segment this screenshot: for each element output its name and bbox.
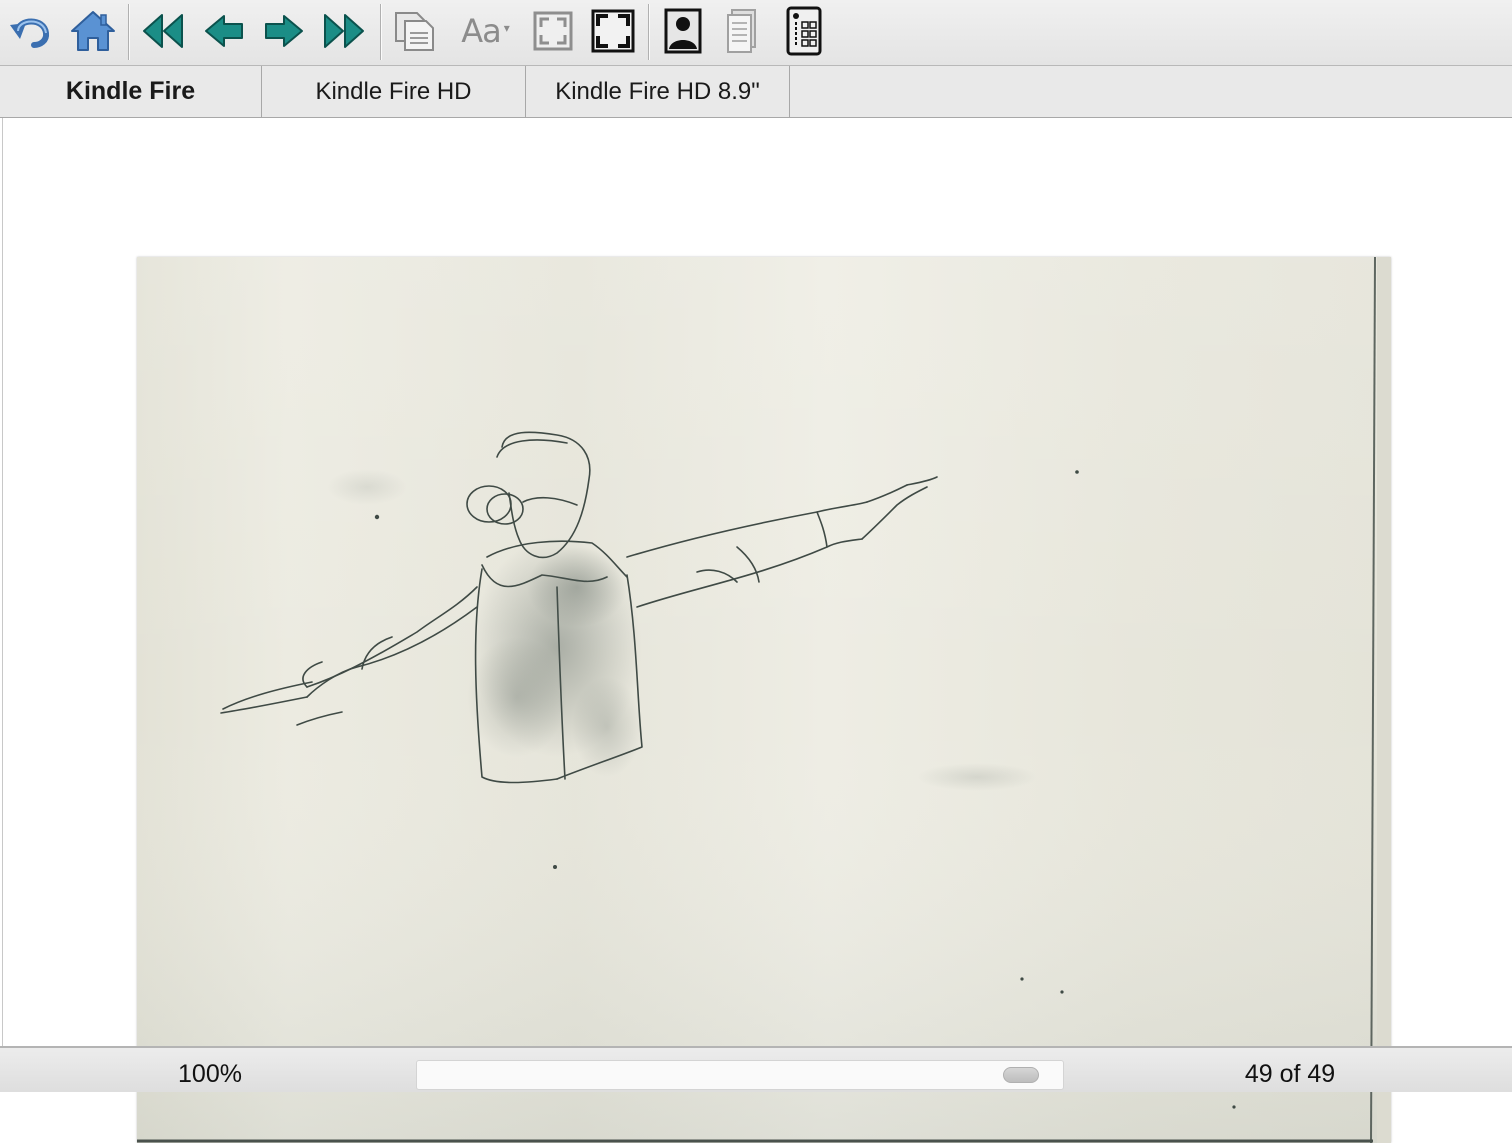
previous-page-icon [205, 15, 243, 47]
page-slider-thumb[interactable] [1003, 1067, 1040, 1083]
actual-size-icon [591, 9, 635, 53]
font-size-button[interactable]: Aa ▾ [452, 5, 518, 57]
tab-label: Kindle Fire HD 8.9" [555, 77, 760, 105]
first-page-button[interactable] [138, 5, 188, 57]
device-info-button[interactable] [779, 5, 829, 57]
toolbar-separator [648, 4, 650, 60]
toolbar: Aa ▾ [0, 0, 1512, 66]
last-page-button[interactable] [319, 5, 369, 57]
chevron-down-icon: ▾ [503, 21, 510, 35]
copy-pages-icon [395, 12, 434, 51]
portrait-orientation-button[interactable] [658, 5, 708, 57]
device-info-icon [786, 6, 822, 56]
toolbar-separator [380, 4, 382, 60]
home-button[interactable] [68, 5, 118, 57]
page-counter: 49 of 49 [1244, 1060, 1336, 1088]
actual-size-button[interactable] [588, 5, 638, 57]
document-view-button[interactable] [718, 5, 768, 57]
zoom-level: 100% [178, 1060, 242, 1088]
previous-page-button[interactable] [199, 5, 249, 57]
tab-kindle-fire-hd[interactable]: Kindle Fire HD [262, 66, 526, 117]
tab-kindle-fire[interactable]: Kindle Fire [0, 66, 262, 117]
fit-page-icon [533, 11, 573, 51]
first-page-icon [143, 14, 183, 48]
copy-pages-button[interactable] [390, 5, 440, 57]
device-tab-bar: Kindle Fire Kindle Fire HD Kindle Fire H… [0, 66, 1512, 118]
next-page-icon [265, 15, 303, 47]
page-viewer[interactable] [2, 118, 1512, 1143]
portrait-orientation-icon [664, 8, 702, 54]
home-icon [71, 11, 115, 51]
document-view-icon [727, 9, 756, 53]
tab-label: Kindle Fire [65, 77, 196, 105]
page-slider[interactable] [416, 1060, 1064, 1090]
next-page-button[interactable] [259, 5, 309, 57]
last-page-icon [324, 14, 364, 48]
tab-kindle-fire-hd-8-9[interactable]: Kindle Fire HD 8.9" [526, 66, 790, 117]
undo-button[interactable] [6, 5, 56, 57]
undo-icon [10, 18, 50, 48]
status-bar: 100% 49 of 49 [0, 1046, 1512, 1092]
toolbar-separator [128, 4, 130, 60]
fit-page-button[interactable] [528, 5, 578, 57]
font-size-icon: Aa [461, 12, 501, 50]
tab-label: Kindle Fire HD [315, 77, 472, 105]
page-image [137, 257, 1391, 1143]
